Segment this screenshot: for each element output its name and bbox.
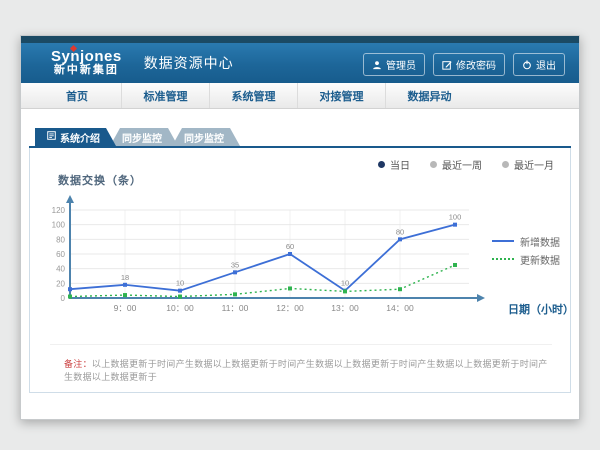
app-title: 数据资源中心 [144,53,234,73]
radio-option-recent-week[interactable]: 最近一周 [430,157,482,172]
logo-text-en: Synjones [51,50,122,64]
radio-dot [502,161,509,168]
legend-item-new-data[interactable]: 新增数据 [492,232,560,250]
footnote: 备注：以上数据更新于时间产生数据以上数据更新于时间产生数据以上数据更新于时间产生… [50,344,552,383]
svg-text:40: 40 [56,265,65,274]
svg-text:120: 120 [52,206,66,215]
nav-item-home[interactable]: 首页 [33,83,121,108]
user-icon [372,60,382,70]
svg-text:80: 80 [56,235,65,244]
tab-bar: 系统介绍 同步监控 同步监控 [35,128,579,146]
edit-icon [442,60,452,70]
window-top-strip [21,36,579,43]
nav-item-system-mgmt[interactable]: 系统管理 [209,83,297,108]
svg-text:13：00: 13：00 [331,303,359,313]
power-icon [522,60,532,70]
line-chart: 9：00 10：00 11：00 12：00 13：00 14：00 0 20 40 60 80 10… [32,194,502,324]
svg-text:11：00: 11：00 [222,303,249,313]
svg-text:0: 0 [61,294,66,303]
time-range-filter: 当日 最近一周 最近一月 [378,157,554,172]
svg-text:14：00: 14：00 [386,303,414,313]
chart-panel: 当日 最近一周 最近一月 数据交换（条） 9：00 10：00 11：00 12：00… [29,148,571,393]
tab-sync-monitor-1[interactable]: 同步监控 [110,128,178,146]
svg-text:10：00: 10：00 [166,303,194,313]
nav-item-interface-mgmt[interactable]: 对接管理 [297,83,385,108]
tab-sync-monitor-2[interactable]: 同步监控 [172,128,240,146]
svg-text:35: 35 [231,260,239,269]
svg-text:60: 60 [56,250,65,259]
radio-label: 当日 [390,157,410,172]
footnote-prefix: 备注： [64,359,92,369]
radio-dot-selected [378,161,385,168]
svg-text:20: 20 [56,279,65,288]
radio-label: 最近一周 [442,157,482,172]
svg-text:100: 100 [449,213,462,222]
tab-label: 同步监控 [184,130,224,145]
tab-label: 系统介绍 [60,130,100,145]
brand-logo[interactable]: Synjones 新中新集团 [51,50,122,77]
svg-text:9：00: 9：00 [114,303,137,313]
legend-label: 更新数据 [520,252,560,267]
svg-text:10: 10 [176,279,184,288]
nav-item-data-change[interactable]: 数据异动 [385,83,473,108]
main-nav: 首页 标准管理 系统管理 对接管理 数据异动 [21,83,579,109]
change-password-label: 修改密码 [456,57,496,72]
legend-label: 新增数据 [520,234,560,249]
logo-text-cn: 新中新集团 [51,64,122,77]
user-label: 管理员 [386,57,416,72]
nav-item-standard-mgmt[interactable]: 标准管理 [121,83,209,108]
app-header: Synjones 新中新集团 数据资源中心 管理员 修改密码 退出 [21,43,579,83]
tab-system-intro[interactable]: 系统介绍 [35,128,116,146]
dotted-line-icon [492,258,514,260]
change-password-button[interactable]: 修改密码 [433,53,505,76]
radio-option-today[interactable]: 当日 [378,157,410,172]
legend-item-updated-data[interactable]: 更新数据 [492,250,560,268]
radio-dot [430,161,437,168]
footnote-text: 以上数据更新于时间产生数据以上数据更新于时间产生数据以上数据更新于时间产生数据以… [64,359,548,382]
svg-text:10: 10 [341,279,349,288]
user-area: 管理员 修改密码 退出 [363,53,565,76]
radio-label: 最近一月 [514,157,554,172]
user-button[interactable]: 管理员 [363,53,425,76]
svg-text:12：00: 12：00 [276,303,304,313]
x-axis-title: 日期（小时） [508,301,570,317]
svg-text:100: 100 [52,221,66,230]
radio-option-recent-month[interactable]: 最近一月 [502,157,554,172]
svg-text:18: 18 [121,273,129,282]
svg-text:60: 60 [286,242,294,251]
tab-label: 同步监控 [122,130,162,145]
solid-line-icon [492,240,514,242]
logout-label: 退出 [536,57,556,72]
document-icon [47,131,56,143]
svg-text:80: 80 [396,227,404,236]
chart-legend: 新增数据 更新数据 [492,232,560,268]
main-content: 系统介绍 同步监控 同步监控 当日 最近一周 [21,128,579,393]
y-axis-title: 数据交换（条） [58,172,142,188]
app-window: Synjones 新中新集团 数据资源中心 管理员 修改密码 退出 [20,35,580,420]
logout-button[interactable]: 退出 [513,53,565,76]
